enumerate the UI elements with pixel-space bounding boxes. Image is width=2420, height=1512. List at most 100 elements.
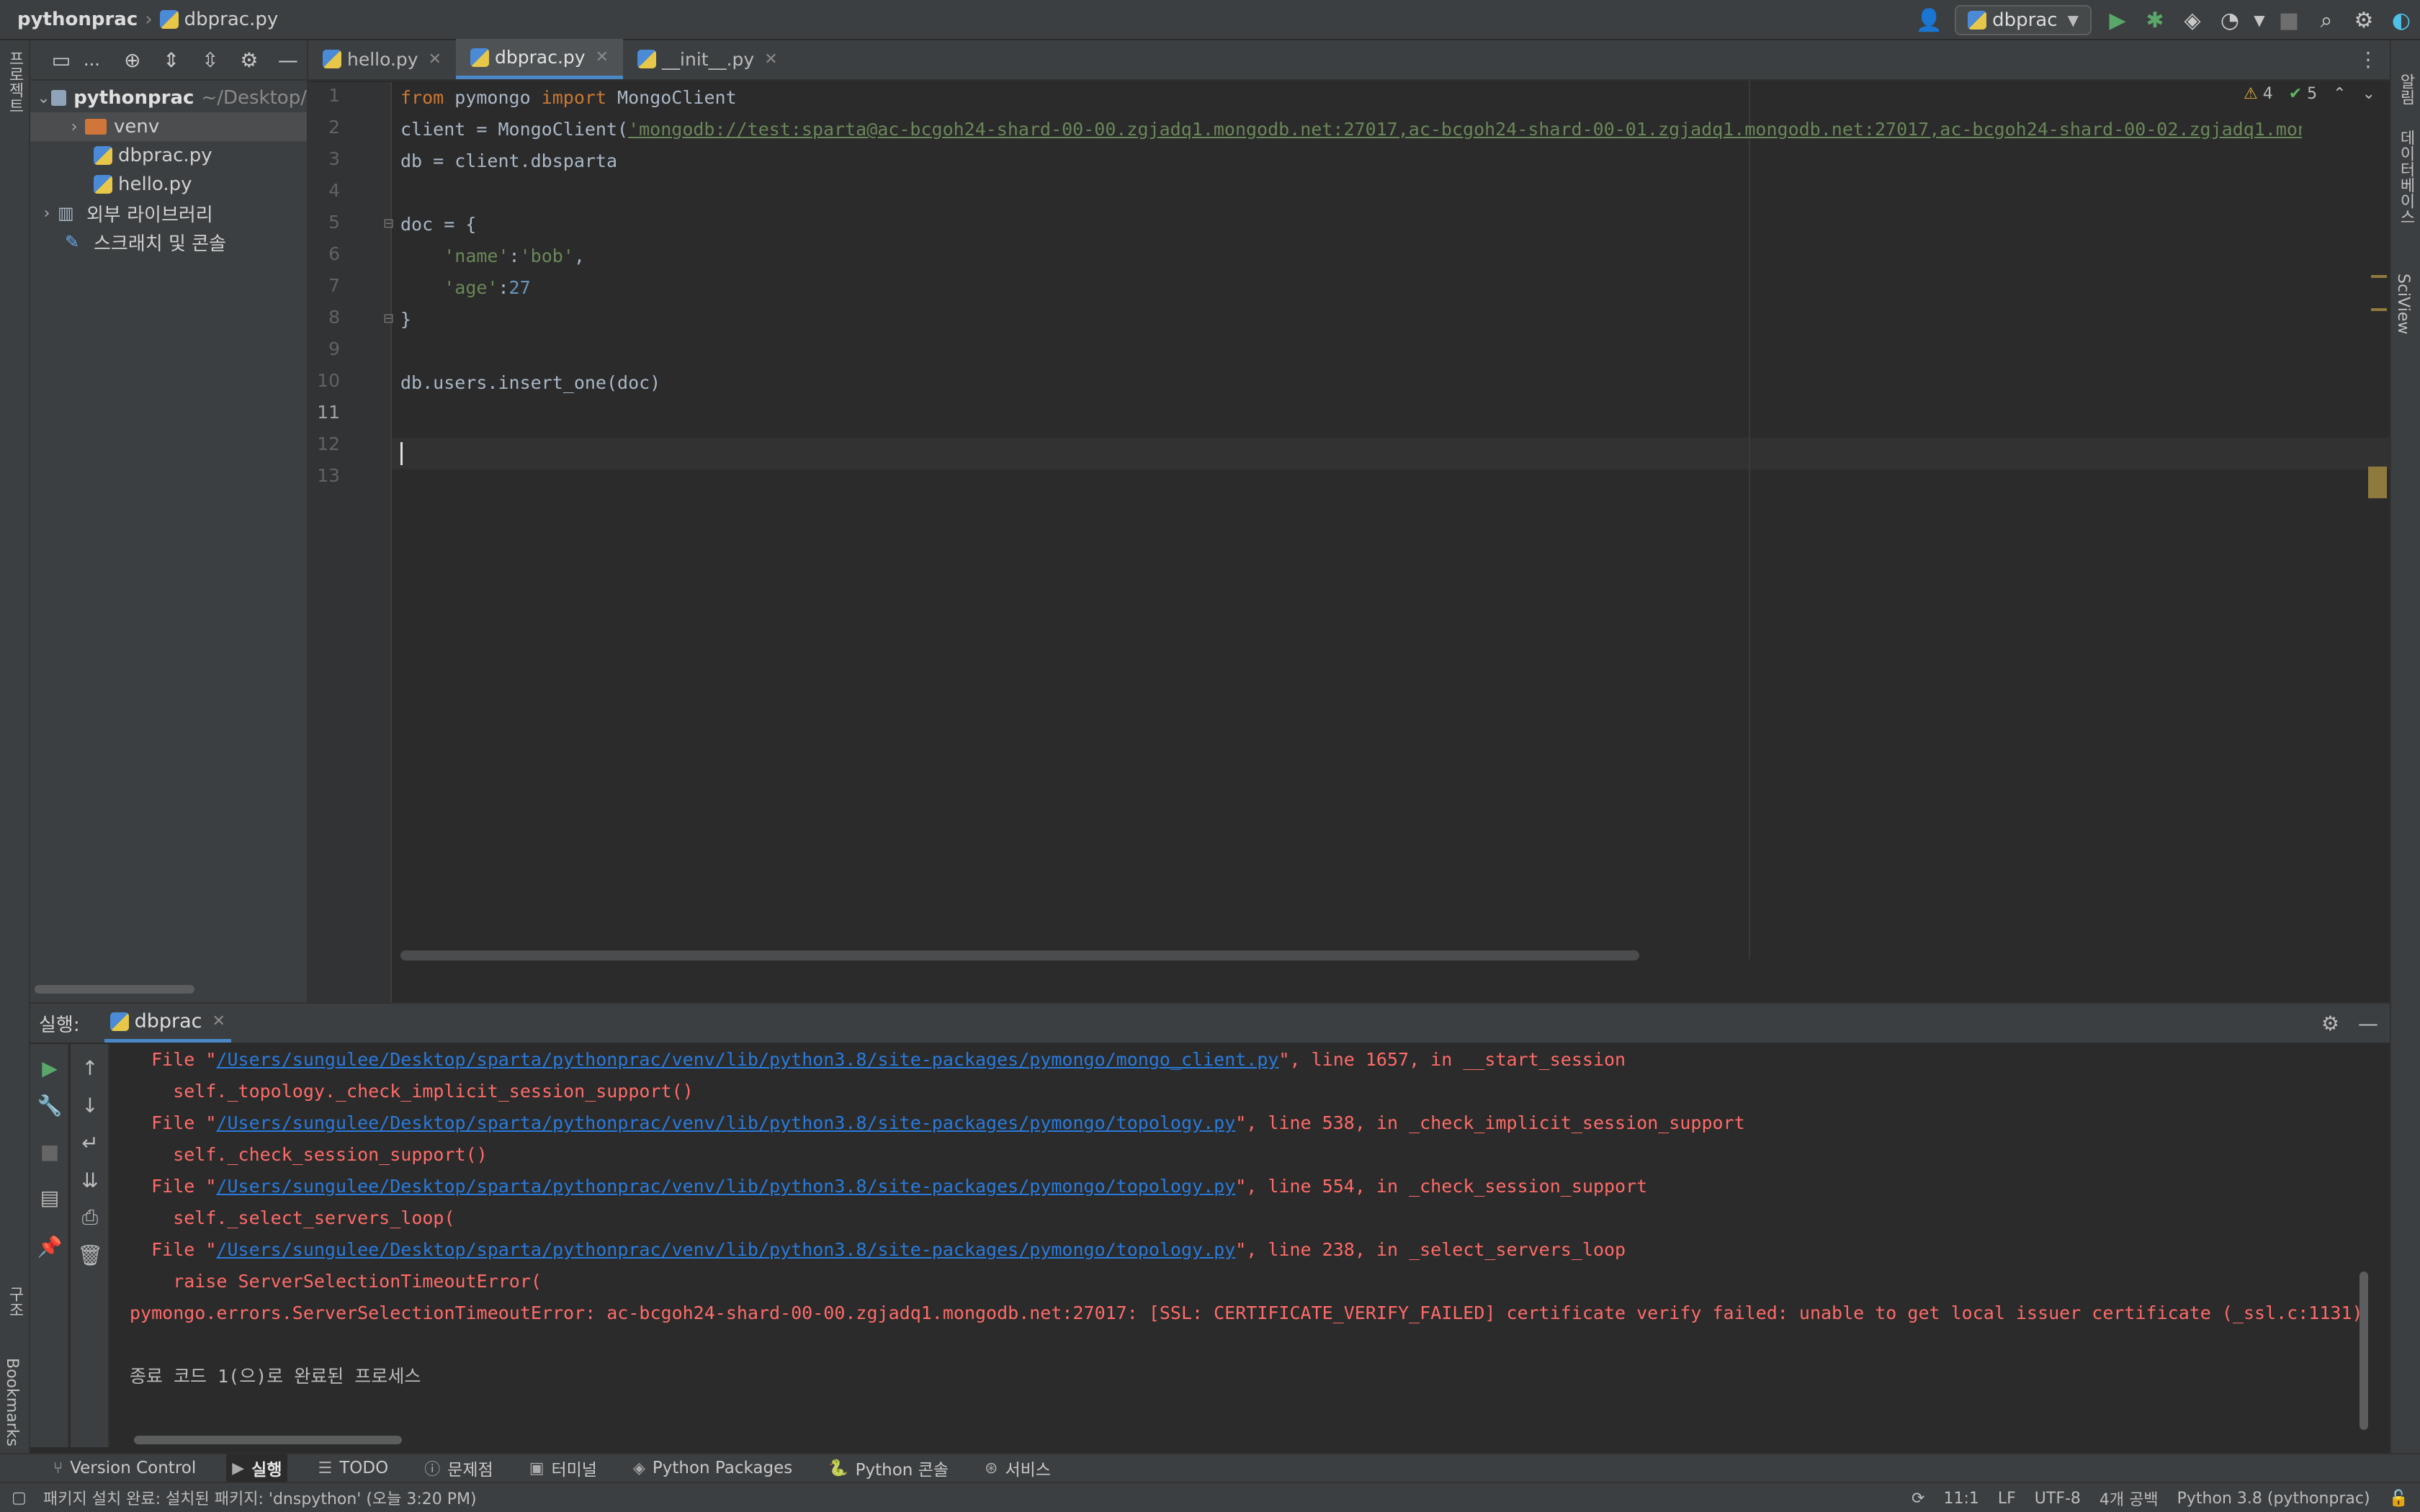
error-stripe-marker[interactable]	[2368, 467, 2387, 498]
close-icon[interactable]: ✕	[212, 1012, 225, 1030]
run-config-selector[interactable]: dbprac ▼	[1955, 5, 2092, 35]
todo-tool[interactable]: ☰ TODO	[312, 1454, 394, 1482]
file-link[interactable]: /Users/sungulee/Desktop/sparta/pythonpra…	[216, 1049, 1278, 1070]
problems-tool[interactable]: ⓘ 문제점	[418, 1454, 499, 1482]
indent-setting[interactable]: 4개 공백	[2099, 1487, 2159, 1510]
project-horizontal-scrollbar[interactable]	[35, 985, 194, 994]
tab-hello[interactable]: hello.py ✕	[308, 39, 456, 79]
string-literal: 'age'	[444, 277, 498, 298]
file-link[interactable]: /Users/sungulee/Desktop/sparta/pythonpra…	[216, 1112, 1235, 1133]
tab-label: dbprac.py	[495, 47, 586, 68]
chevron-down-icon[interactable]: ⌄	[36, 89, 51, 107]
soft-wrap-icon[interactable]: ↵	[71, 1125, 109, 1161]
breadcrumb-file[interactable]: dbprac.py	[159, 9, 278, 30]
close-icon[interactable]: ✕	[764, 50, 777, 68]
python-console-tool[interactable]: 🐍 Python 콘솔	[823, 1454, 954, 1482]
print-icon[interactable]: ⎙	[71, 1200, 109, 1236]
trash-icon[interactable]: 🗑	[71, 1237, 109, 1273]
tree-item-scratches[interactable]: ✎ 스크래치 및 콘솔	[30, 228, 307, 256]
locate-icon[interactable]: ⊕	[116, 43, 149, 76]
arrow-down-icon[interactable]: ↓	[71, 1087, 109, 1123]
close-icon[interactable]: ✕	[429, 50, 442, 68]
pin-icon[interactable]: 📌	[30, 1228, 69, 1264]
tree-item-hello[interactable]: hello.py	[30, 170, 307, 199]
breadcrumb-project[interactable]: pythonprac	[17, 9, 138, 30]
tree-item-venv[interactable]: › venv	[30, 112, 307, 141]
tab-init[interactable]: __init__.py ✕	[623, 39, 792, 79]
editor-horizontal-scrollbar[interactable]	[400, 950, 1639, 960]
project-tool-button[interactable]: 프로젝트	[3, 50, 26, 114]
gear-icon[interactable]: ⚙	[2321, 1012, 2339, 1035]
number-literal: 27	[508, 277, 531, 298]
console-vertical-scrollbar[interactable]	[2360, 1272, 2368, 1430]
tabs-menu-icon[interactable]: ⋮	[2358, 48, 2378, 71]
scroll-to-end-icon[interactable]: ⇊	[71, 1162, 109, 1198]
console-horizontal-scrollbar[interactable]	[134, 1436, 402, 1444]
warnings-indicator[interactable]: ⚠ 4	[2244, 85, 2273, 103]
wrench-icon[interactable]: 🔧	[30, 1087, 69, 1123]
error-stripe-marker[interactable]	[2371, 308, 2387, 311]
fold-close-icon[interactable]: ⊟	[383, 311, 394, 326]
stop-icon[interactable]: ■	[2270, 0, 2308, 40]
hide-icon[interactable]: —	[272, 43, 305, 76]
caret-position[interactable]: 11:1	[1943, 1490, 1978, 1508]
fold-open-icon[interactable]: ⊟	[383, 216, 394, 231]
python-interpreter[interactable]: Python 3.8 (pythonprac)	[2177, 1490, 2370, 1508]
lock-icon[interactable]: 🔓	[2389, 1490, 2408, 1508]
code-area[interactable]: from pymongo import MongoClient client =…	[400, 82, 2302, 960]
console-text: ", line 1657, in __start_session	[1278, 1049, 1626, 1070]
run-tab-dbprac[interactable]: dbprac ✕	[104, 1004, 231, 1043]
notifications-tool-button[interactable]: 알림	[2394, 73, 2417, 105]
console-output[interactable]: File "/Users/sungulee/Desktop/sparta/pyt…	[130, 1044, 2368, 1433]
version-control-tool[interactable]: ⑂ Version Control	[48, 1454, 202, 1482]
collapse-all-icon[interactable]: ⇳	[194, 43, 227, 76]
database-tool-button[interactable]: 데이터베이스	[2394, 130, 2417, 225]
gear-icon[interactable]: ⚙	[233, 43, 266, 76]
file-link[interactable]: /Users/sungulee/Desktop/sparta/pythonpra…	[216, 1239, 1235, 1260]
chevron-right-icon[interactable]: ›	[63, 118, 85, 136]
connection-string[interactable]: 'mongodb://test:sparta@ac-bcgoh24-shard-…	[628, 119, 2302, 140]
tab-dbprac[interactable]: dbprac.py ✕	[456, 39, 624, 79]
next-highlight-icon[interactable]: ⌄	[2362, 85, 2375, 103]
run-icon[interactable]: ▶	[2099, 0, 2136, 40]
status-message[interactable]: 패키지 설치 완료: 설치된 패키지: 'dnspython' (오늘 3:20…	[43, 1486, 477, 1509]
project-view-label[interactable]: ...	[84, 50, 100, 70]
tree-item-external-libraries[interactable]: › ▥ 외부 라이브러리	[30, 199, 307, 228]
close-icon[interactable]: ✕	[596, 48, 609, 66]
search-icon[interactable]: ⌕	[2308, 0, 2345, 40]
expand-all-icon[interactable]: ⇕	[155, 43, 188, 76]
ok-indicator[interactable]: ✔ 5	[2289, 85, 2317, 103]
profile-icon[interactable]: ◔	[2211, 0, 2249, 40]
toggle-tool-windows-icon[interactable]: ▢	[12, 1489, 27, 1507]
tree-item-root[interactable]: ⌄ pythonprac ~/Desktop/	[30, 84, 307, 112]
layout-icon[interactable]: ▤	[30, 1179, 69, 1215]
file-encoding[interactable]: UTF-8	[2035, 1490, 2081, 1508]
terminal-tool[interactable]: ▣ 터미널	[524, 1454, 603, 1482]
tree-item-dbprac[interactable]: dbprac.py	[30, 141, 307, 170]
user-icon[interactable]: 👤	[1910, 0, 1948, 40]
more-run-chevron-icon[interactable]: ▼	[2249, 0, 2270, 40]
settings-gear-icon[interactable]: ⚙	[2345, 0, 2383, 40]
minimize-icon[interactable]: —	[2358, 1012, 2378, 1035]
coverage-icon[interactable]: ◈	[2174, 0, 2211, 40]
project-view-icon[interactable]: ▭	[45, 43, 78, 76]
vcs-sync-icon[interactable]: ⟳	[1912, 1490, 1924, 1508]
inspection-widget[interactable]: ⚠ 4 ✔ 5 ⌃ ⌄	[2244, 85, 2375, 103]
bookmarks-tool-button[interactable]: Bookmarks	[3, 1358, 21, 1446]
line-separator[interactable]: LF	[1998, 1490, 2016, 1508]
debug-icon[interactable]: ✱	[2136, 0, 2174, 40]
services-tool[interactable]: ⊛ 서비스	[979, 1454, 1057, 1482]
error-stripe-marker[interactable]	[2371, 275, 2387, 278]
jetbrains-logo-icon[interactable]: ◐	[2383, 0, 2420, 40]
sciview-tool-button[interactable]: SciView	[2394, 274, 2412, 334]
arrow-up-icon[interactable]: ↑	[71, 1050, 109, 1086]
run-tool[interactable]: ▶ 실행	[226, 1454, 288, 1482]
structure-tool-button[interactable]: 구조	[3, 1286, 26, 1318]
file-link[interactable]: /Users/sungulee/Desktop/sparta/pythonpra…	[216, 1176, 1235, 1197]
chevron-right-icon[interactable]: ›	[36, 204, 58, 222]
run-tab-label: dbprac	[134, 1010, 202, 1032]
python-packages-tool[interactable]: ◈ Python Packages	[627, 1454, 798, 1482]
previous-highlight-icon[interactable]: ⌃	[2333, 85, 2346, 103]
rerun-icon[interactable]: ▶	[30, 1050, 69, 1086]
stop-icon[interactable]: ■	[30, 1133, 69, 1169]
